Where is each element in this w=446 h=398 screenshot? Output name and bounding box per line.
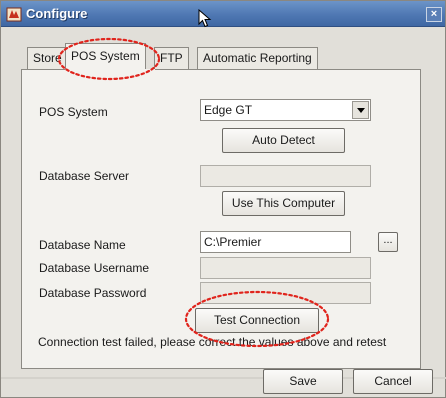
- database-server-field[interactable]: [200, 165, 371, 187]
- database-server-label: Database Server: [39, 169, 130, 183]
- database-name-label: Database Name: [39, 238, 126, 252]
- database-password-field[interactable]: [200, 282, 371, 304]
- database-name-field[interactable]: C:\Premier: [200, 231, 351, 253]
- tab-pos-system-label: POS System: [71, 49, 140, 63]
- close-icon: ×: [430, 8, 438, 20]
- database-username-field[interactable]: [200, 257, 371, 279]
- cancel-button[interactable]: Cancel: [353, 369, 433, 394]
- save-button[interactable]: Save: [263, 369, 343, 394]
- database-password-label: Database Password: [39, 286, 147, 300]
- pos-system-label: POS System: [39, 105, 108, 119]
- connection-status-text: Connection test failed, please correct t…: [38, 335, 387, 349]
- tab-automatic-reporting[interactable]: Automatic Reporting: [197, 47, 318, 69]
- browse-button[interactable]: ...: [378, 232, 398, 252]
- test-connection-button[interactable]: Test Connection: [195, 308, 319, 333]
- title-bar[interactable]: Configure ×: [1, 1, 445, 27]
- mouse-cursor-icon: [198, 9, 212, 28]
- database-username-label: Database Username: [39, 261, 150, 275]
- configure-window: Configure × Store POS System FTP Automat…: [0, 0, 446, 398]
- pos-system-select[interactable]: Edge GT: [200, 99, 371, 121]
- app-icon: [6, 7, 22, 22]
- tab-automatic-reporting-label: Automatic Reporting: [203, 51, 312, 65]
- tab-pos-system[interactable]: POS System: [65, 43, 146, 70]
- tab-store-label: Store: [33, 51, 62, 65]
- tab-ftp-label: FTP: [160, 51, 183, 65]
- tab-store[interactable]: Store: [27, 47, 68, 69]
- use-this-computer-button[interactable]: Use This Computer: [222, 191, 345, 216]
- tab-ftp[interactable]: FTP: [154, 47, 189, 69]
- window-title: Configure: [26, 6, 88, 21]
- active-tab-joint: [65, 69, 155, 71]
- auto-detect-button[interactable]: Auto Detect: [222, 128, 345, 153]
- pos-system-selected-value: Edge GT: [204, 103, 253, 117]
- dropdown-arrow-icon[interactable]: [352, 101, 369, 119]
- close-button[interactable]: ×: [426, 7, 442, 22]
